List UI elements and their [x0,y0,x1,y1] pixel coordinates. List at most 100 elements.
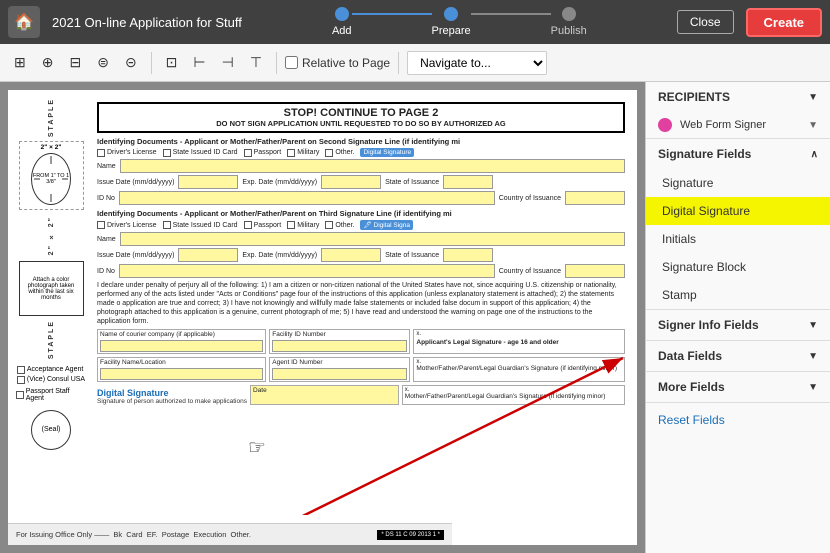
passport-checkbox[interactable] [16,391,24,399]
sig-field-digital[interactable]: Digital Signature [646,197,830,225]
cb2-other-box[interactable] [325,221,333,229]
toolbar-divider-1 [151,52,152,74]
sig-field-sig-block[interactable]: Signature Block [646,253,830,281]
toolbar-btn-5[interactable]: ⊝ [119,50,143,75]
toolbar-btn-8[interactable]: ⊣ [216,50,240,75]
id-no-field2[interactable] [119,264,495,278]
date-label-bottom: Date [251,386,398,395]
dimensions-box: 2" × 2" FROM 1" TO 1 3/8" [19,141,84,210]
facility-id-field[interactable] [272,340,407,352]
facility-name-label: Facility Name/Location [100,359,263,366]
issue-date-field2[interactable] [178,248,238,262]
passport-row: Passport Staff Agent [16,388,86,402]
date-field-bottom[interactable]: Date [250,385,399,405]
toolbar-btn-3[interactable]: ⊟ [63,50,87,75]
id-types-row1: Driver's License State Issued ID Card Pa… [97,148,625,157]
facility-id-label: Facility ID Number [272,331,407,338]
consular-checkbox[interactable] [17,376,25,384]
acceptance-label: Acceptance Agent [27,366,83,373]
document-area[interactable]: STAPLE 2" × 2" FROM 1" TO 1 3/8" 2" × 2"… [0,82,645,553]
country-field1[interactable] [565,191,625,205]
data-fields-header[interactable]: Data Fields ▼ [646,341,830,371]
cursor-icon: ☞ [248,435,266,460]
cb-drivers-box[interactable] [97,149,105,157]
recipients-header[interactable]: RECIPIENTS ▼ [646,82,830,112]
passport-label: Passport Staff Agent [26,388,86,402]
signer-info-section: Signer Info Fields ▼ [646,310,830,341]
bottom-grid-2: Facility Name/Location Agent ID Number x… [97,357,625,382]
name-field1[interactable] [120,159,625,173]
cb-state-id-label: State Issued ID Card [173,149,238,156]
name-field2[interactable] [120,232,625,246]
mother-sig-cell: x. Mother/Father/Parent/Legal Guardian's… [413,357,625,382]
seal-label: (Seal) [42,426,61,433]
recipient-item-web-form[interactable]: Web Form Signer ▼ [646,112,830,138]
toolbar-btn-1[interactable]: ⊞ [8,50,32,75]
exp-date-field1[interactable] [321,175,381,189]
acceptance-checkbox[interactable] [17,366,25,374]
progress-step-publish[interactable]: Publish [551,7,587,37]
dig-sig-title: Digital Signature [97,388,247,398]
step-dot-publish [562,7,576,21]
signer-info-header[interactable]: Signer Info Fields ▼ [646,310,830,340]
id-no-field1[interactable] [119,191,495,205]
courier-label: Name of courier company (if applicable) [100,331,263,338]
toolbar: ⊞ ⊕ ⊟ ⊜ ⊝ ⊡ ⊢ ⊣ ⊤ Relative to Page Navig… [0,44,830,82]
state-field1[interactable] [443,175,493,189]
dig-sig-subtitle: Signature of person authorized to make a… [97,398,247,405]
create-button[interactable]: Create [746,8,822,37]
toolbar-btn-4[interactable]: ⊜ [91,50,115,75]
agent-id-field[interactable] [272,368,407,380]
progress-step-prepare[interactable]: Prepare [432,7,471,37]
sig-field-signature-label: Signature [662,176,713,190]
toolbar-btn-9[interactable]: ⊤ [244,50,268,75]
cb2-drivers-box[interactable] [97,221,105,229]
section1-title: Identifying Documents - Applicant or Mot… [97,137,625,146]
oval-diagram: FROM 1" TO 1 3/8" [31,153,71,205]
cb2-drivers-label: Driver's License [107,222,157,229]
sig-field-signature[interactable]: Signature [646,169,830,197]
toolbar-divider-2 [276,52,277,74]
courier-field[interactable] [100,340,263,352]
document-inner: STAPLE 2" × 2" FROM 1" TO 1 3/8" 2" × 2"… [8,90,637,545]
sig-field-initials[interactable]: Initials [646,225,830,253]
cb2-state-id-box[interactable] [163,221,171,229]
cb-passport-box[interactable] [244,149,252,157]
close-button[interactable]: Close [677,10,734,34]
relative-to-page-check[interactable]: Relative to Page [285,56,390,70]
sig-field-initials-label: Initials [662,232,696,246]
progress-step-add[interactable]: Add [332,7,352,37]
relative-checkbox[interactable] [285,56,298,69]
sig-field-stamp[interactable]: Stamp [646,281,830,309]
home-button[interactable]: 🏠 [8,6,40,38]
more-fields-label: More Fields [658,380,725,394]
facility-name-cell: Facility Name/Location [97,357,266,382]
data-fields-chevron: ▼ [808,351,818,362]
cb-other-box[interactable] [325,149,333,157]
more-fields-header[interactable]: More Fields ▼ [646,372,830,402]
toolbar-btn-7[interactable]: ⊢ [187,50,211,75]
cb2-other: Other. [325,221,354,229]
toolbar-btn-2[interactable]: ⊕ [36,50,60,75]
issue-date-field1[interactable] [178,175,238,189]
cb2-passport-label: Passport [254,222,282,229]
cb-state-id-box[interactable] [163,149,171,157]
exp-date-field2[interactable] [321,248,381,262]
state-field2[interactable] [443,248,493,262]
cb-military-label: Military [297,149,319,156]
facility-name-field[interactable] [100,368,263,380]
cb-military-box[interactable] [287,149,295,157]
seal: (Seal) [31,410,71,450]
legal-sig-label: Applicant's Legal Signature - age 16 and… [416,339,622,346]
sig-field-sig-block-label: Signature Block [662,260,746,274]
reset-fields-link[interactable]: Reset Fields [658,413,725,427]
sig-fields-header[interactable]: Signature Fields ∧ [646,139,830,169]
step-label-prepare: Prepare [432,25,471,37]
passport-check-row: Passport Staff Agent [16,388,86,402]
toolbar-btn-6[interactable]: ⊡ [160,50,184,75]
cb2-passport-box[interactable] [244,221,252,229]
country-field2[interactable] [565,264,625,278]
navigate-select[interactable]: Navigate to... [407,51,547,75]
app-title: 2021 On-line Application for Stuff [52,15,242,30]
cb2-military-box[interactable] [287,221,295,229]
